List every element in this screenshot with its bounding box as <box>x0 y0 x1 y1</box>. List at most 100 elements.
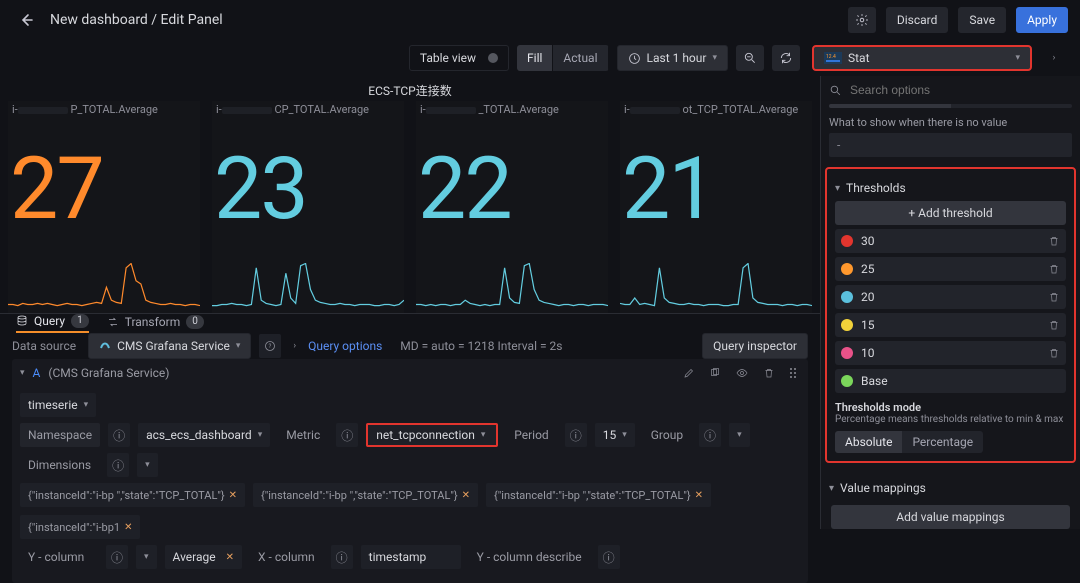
namespace-help[interactable]: ⓘ <box>108 423 130 447</box>
threshold-value[interactable]: 20 <box>861 290 1040 304</box>
table-view-toggle[interactable]: Table view <box>409 45 509 71</box>
no-value-input[interactable]: - <box>829 133 1072 157</box>
delete-threshold-button[interactable] <box>1048 235 1060 247</box>
x-column-help[interactable]: ⓘ <box>331 545 353 569</box>
threshold-color-swatch[interactable] <box>841 291 853 303</box>
stat-value: 27 <box>8 155 200 224</box>
drag-handle[interactable] <box>786 367 800 379</box>
threshold-row: 20 <box>835 285 1066 309</box>
threshold-value[interactable]: 10 <box>861 346 1040 360</box>
period-help[interactable]: ⓘ <box>565 423 587 447</box>
chevron-down-icon[interactable]: ▾ <box>20 368 25 378</box>
discard-button[interactable]: Discard <box>886 7 949 33</box>
threshold-color-swatch[interactable] <box>841 235 853 247</box>
format-select[interactable]: timeserie▾ <box>20 393 96 417</box>
threshold-value[interactable]: Base <box>861 374 1060 388</box>
chevron-down-icon: ▾ <box>829 483 834 494</box>
metric-help[interactable]: ⓘ <box>336 423 358 447</box>
remove-icon[interactable]: ✕ <box>695 490 703 501</box>
value-mappings-header[interactable]: ▾ Value mappings <box>829 481 1072 495</box>
threshold-color-swatch[interactable] <box>841 263 853 275</box>
viz-picker-next[interactable]: › <box>1040 45 1068 71</box>
search-input[interactable] <box>848 82 1072 98</box>
actual-button[interactable]: Actual <box>553 45 608 71</box>
chevron-down-icon: ▾ <box>835 183 840 194</box>
threshold-value[interactable]: 25 <box>861 262 1040 276</box>
fit-mode-segment: Fill Actual <box>517 45 609 71</box>
fill-button[interactable]: Fill <box>517 45 553 71</box>
y-describe-help[interactable]: ⓘ <box>598 545 620 569</box>
y-column-help[interactable]: ⓘ <box>106 545 128 569</box>
dimension-tag[interactable]: {"instanceId":"i-bp ","state":"TCP_TOTAL… <box>253 483 478 507</box>
dimensions-select[interactable]: ▾ <box>137 453 158 477</box>
remove-icon[interactable]: ✕ <box>229 490 237 501</box>
trash-icon <box>1048 347 1060 359</box>
query-options-link[interactable]: Query options <box>308 339 382 353</box>
thresholds-header[interactable]: ▾ Thresholds <box>835 181 1066 195</box>
remove-icon[interactable]: ✕ <box>226 552 234 563</box>
query-inspector-button[interactable]: Query inspector <box>702 333 808 359</box>
query-row-a: ▾ A (CMS Grafana Service) timeserie▾ Nam… <box>12 359 808 583</box>
copy-button[interactable] <box>706 367 724 379</box>
datasource-picker[interactable]: CMS Grafana Service ▾ <box>88 333 251 359</box>
datasource-logo-icon <box>99 340 111 352</box>
edit-button[interactable] <box>680 367 698 379</box>
delete-threshold-button[interactable] <box>1048 319 1060 331</box>
toggle-visibility-button[interactable] <box>732 367 752 379</box>
metric-label: Metric <box>278 423 328 447</box>
tab-overrides[interactable]: Overrides <box>951 104 1073 108</box>
time-range-picker[interactable]: Last 1 hour ▾ <box>617 45 728 71</box>
tab-query-label: Query <box>34 314 65 328</box>
stat-panel: ECS-TCP连接数 i- P_TOTAL.Average27i- CP_TOT… <box>0 76 820 313</box>
datasource-help-button[interactable]: ? <box>259 334 281 358</box>
chevron-right-icon: › <box>1053 53 1056 63</box>
threshold-color-swatch[interactable] <box>841 319 853 331</box>
add-threshold-button[interactable]: + Add threshold <box>835 201 1066 225</box>
datasource-value: CMS Grafana Service <box>117 339 230 353</box>
sparkline <box>212 263 404 313</box>
add-value-mappings-button[interactable]: Add value mappings <box>831 505 1070 529</box>
eye-icon <box>735 367 749 379</box>
delete-threshold-button[interactable] <box>1048 263 1060 275</box>
threshold-value[interactable]: 30 <box>861 234 1040 248</box>
dimension-tag[interactable]: {"instanceId":"i-bp ","state":"TCP_TOTAL… <box>20 483 245 507</box>
threshold-color-swatch[interactable] <box>841 347 853 359</box>
remove-icon[interactable]: ✕ <box>462 490 470 501</box>
delete-query-button[interactable] <box>760 367 778 379</box>
delete-threshold-button[interactable] <box>1048 291 1060 303</box>
pencil-icon <box>683 367 695 379</box>
zoom-out-button[interactable] <box>736 45 764 71</box>
refresh-icon <box>779 51 793 65</box>
dimensions-help[interactable]: ⓘ <box>107 453 129 477</box>
refresh-button[interactable] <box>772 45 800 71</box>
period-select[interactable]: 15▾ <box>595 423 635 447</box>
threshold-value[interactable]: 15 <box>861 318 1040 332</box>
tab-query[interactable]: Query 1 <box>16 314 89 333</box>
apply-button[interactable]: Apply <box>1016 7 1068 33</box>
namespace-select[interactable]: acs_ecs_dashboard▾ <box>138 423 270 447</box>
back-button[interactable] <box>12 7 40 33</box>
metric-select[interactable]: net_tcpconnection▾ <box>366 423 498 447</box>
tab-transform[interactable]: Transform 0 <box>107 315 204 332</box>
group-select[interactable]: ▾ <box>729 423 750 447</box>
tab-transform-count: 0 <box>186 315 204 329</box>
group-help[interactable]: ⓘ <box>699 423 721 447</box>
y-column-select[interactable]: ▾ <box>136 545 157 569</box>
save-button[interactable]: Save <box>958 7 1006 33</box>
mode-absolute[interactable]: Absolute <box>835 431 902 453</box>
tab-query-count: 1 <box>71 314 89 328</box>
panel-settings-button[interactable] <box>848 7 876 33</box>
threshold-color-swatch[interactable] <box>841 375 853 387</box>
clock-icon <box>628 52 641 65</box>
remove-icon[interactable]: ✕ <box>124 522 132 533</box>
delete-threshold-button[interactable] <box>1048 347 1060 359</box>
dimension-tag[interactable]: {"instanceId":"i-bp ","state":"TCP_TOTAL… <box>486 483 711 507</box>
tab-all[interactable]: All <box>829 104 951 108</box>
dimension-tag[interactable]: {"instanceId":"i-bp1✕ <box>20 515 140 539</box>
y-column-value[interactable]: Average✕ <box>165 545 243 569</box>
mode-percentage[interactable]: Percentage <box>902 431 983 453</box>
visualization-picker[interactable]: 12.4 Stat ▾ <box>812 45 1032 71</box>
thresholds-mode-title: Thresholds mode <box>835 401 1066 414</box>
x-column-input[interactable]: timestamp <box>361 545 461 569</box>
database-icon <box>16 315 28 327</box>
